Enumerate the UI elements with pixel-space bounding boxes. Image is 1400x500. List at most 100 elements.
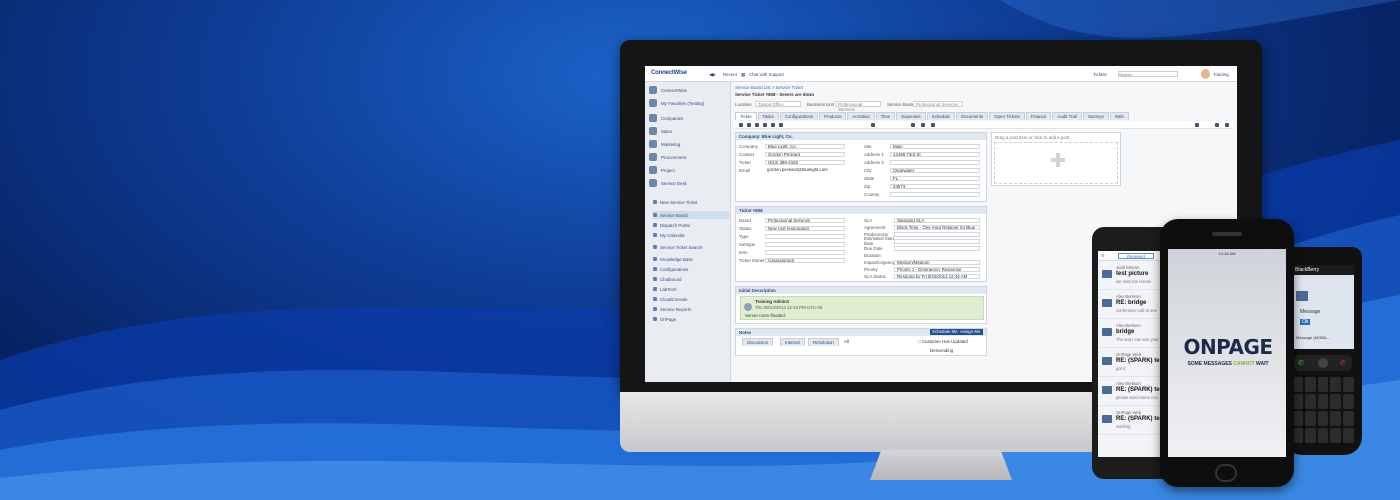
tab-products[interactable]: Products	[819, 112, 847, 120]
sidebar-subitem-dispatch-portal[interactable]: Dispatch Portal	[653, 221, 729, 229]
tab-web[interactable]: Web	[1109, 112, 1129, 120]
next-icon[interactable]	[1225, 123, 1229, 127]
tab-documents[interactable]: Documents	[955, 112, 989, 120]
zip-field: Zip 33673	[864, 183, 980, 189]
home-button[interactable]	[1215, 464, 1237, 482]
tab-surveys[interactable]: Surveys	[1082, 112, 1109, 120]
sidebar-subitem-cloudconsole[interactable]: CloudConsole	[653, 295, 729, 303]
sidebar-subitem-new-ticket[interactable]: New Service Ticket	[653, 196, 729, 208]
keyboard-key[interactable]	[1343, 394, 1354, 409]
sidebar-subitem-onpage[interactable]: OnPage	[653, 315, 729, 323]
sidebar-subitem-service-reports[interactable]: Service Reports	[653, 305, 729, 313]
schedule-me-button[interactable]: Schedule Me	[930, 329, 960, 335]
post-drop-zone[interactable]	[994, 142, 1118, 184]
new-icon[interactable]	[739, 123, 743, 127]
notes-filter-resolution[interactable]: Resolution	[808, 338, 839, 346]
copy-icon[interactable]	[755, 123, 759, 127]
initial-description-note[interactable]: Training Admin1 Thu 08/14/2014 12:44 PM …	[740, 296, 984, 320]
sidebar-subitem-ticket-search[interactable]: Service Ticket Search	[653, 241, 729, 253]
keyboard-key[interactable]	[1304, 428, 1316, 443]
notes-filter-all[interactable]: All	[844, 339, 849, 344]
breadcrumb[interactable]: Service Board List > Service Ticket	[735, 85, 803, 90]
service-board-select[interactable]: Professional Services	[913, 101, 963, 107]
status-field: Status New (not responded)	[739, 225, 845, 231]
business-unit-select[interactable]: Professional Services	[835, 101, 881, 112]
tab-expenses[interactable]: Expenses	[896, 112, 926, 120]
refresh-icon[interactable]	[763, 123, 767, 127]
sidebar-item-favorites[interactable]: My Favorites (Testing)	[649, 96, 727, 110]
sidebar-subitem-chatbound[interactable]: Chatbound	[653, 275, 729, 283]
save-icon[interactable]	[747, 123, 751, 127]
keyboard-key[interactable]	[1317, 394, 1329, 409]
tab-ticket[interactable]: Ticket	[735, 112, 757, 120]
notes-filter-internal[interactable]: Internal	[780, 338, 805, 346]
history-icon[interactable]	[871, 123, 875, 127]
customer-updated-checkbox[interactable]: □ Customer Has Updated	[918, 339, 968, 344]
location-select[interactable]: Tampa Office	[755, 101, 801, 107]
sidebar-item-marketing[interactable]: Marketing	[649, 138, 727, 150]
lock-icon[interactable]	[921, 123, 925, 127]
home-icon[interactable]: ◀▶	[709, 72, 716, 78]
sidebar-subitem-my-calendar[interactable]: My Calendar	[653, 231, 729, 239]
tab-tasks[interactable]: Tasks	[757, 112, 779, 120]
keyboard-key[interactable]	[1317, 411, 1329, 426]
tab-time[interactable]: Time	[875, 112, 896, 120]
keyboard-key[interactable]	[1304, 394, 1316, 409]
received-tab[interactable]: Received	[1118, 253, 1154, 259]
recent-menu[interactable]: Recent	[723, 72, 737, 77]
keyboard-key[interactable]	[1343, 428, 1354, 443]
sidebar-subitem-labtech[interactable]: LabTech	[653, 285, 729, 293]
user-name[interactable]: Training	[1213, 72, 1229, 77]
user-avatar[interactable]	[1201, 69, 1210, 79]
call-icon[interactable]: ✆	[1298, 359, 1304, 367]
menu-icon[interactable]: ☰	[1101, 253, 1105, 258]
sidebar-item-connectwise[interactable]: ConnectWise	[649, 84, 727, 96]
keyboard-key[interactable]	[1317, 377, 1329, 392]
sidebar-subitem-configurations[interactable]: Configurations	[653, 265, 729, 273]
envelope-icon	[1102, 328, 1112, 336]
tab-activities[interactable]: Activities	[847, 112, 875, 120]
iphone-status-time: 10:38 AM	[1218, 251, 1236, 256]
search-scope-select[interactable]: Tickets	[1093, 72, 1107, 77]
tab-configurations[interactable]: Configurations	[779, 112, 819, 120]
email-icon[interactable]	[771, 123, 775, 127]
tab-finance[interactable]: Finance	[1025, 112, 1052, 120]
bb-ok-button[interactable]: Ok	[1300, 319, 1311, 325]
end-call-icon[interactable]: ✆	[1340, 359, 1346, 367]
delete-icon[interactable]	[931, 123, 935, 127]
sidebar-item-companies[interactable]: Companies	[649, 112, 727, 124]
keyboard-key[interactable]	[1304, 377, 1316, 392]
assign-me-button[interactable]: Assign Me	[958, 329, 983, 335]
envelope-icon	[1102, 386, 1112, 394]
sidebar-item-project[interactable]: Project	[649, 164, 727, 176]
chat-support-link[interactable]: Chat with Support	[749, 72, 784, 77]
prev-icon[interactable]	[1215, 123, 1219, 127]
tab-schedule[interactable]: Schedule	[926, 112, 955, 120]
keyboard-key[interactable]	[1304, 411, 1316, 426]
trackpad[interactable]	[1318, 358, 1328, 368]
keyboard-key[interactable]	[1317, 428, 1329, 443]
notes-sort-select[interactable]: Descending	[930, 348, 953, 353]
post-panel: Drag a post here or click to add a post	[991, 132, 1121, 186]
notes-filter-discussion[interactable]: Discussion	[742, 338, 774, 346]
tab-audit-trail[interactable]: Audit Trail	[1052, 112, 1082, 120]
attach-icon[interactable]	[911, 123, 915, 127]
keyboard-key[interactable]	[1330, 394, 1342, 409]
add-post-icon[interactable]	[1051, 153, 1065, 167]
keyboard-key[interactable]	[1343, 377, 1354, 392]
sidebar-item-sales[interactable]: Sales	[649, 125, 727, 137]
sidebar-item-procurement[interactable]: Procurement	[649, 151, 727, 163]
sidebar-subitem-service-board[interactable]: Service Board	[653, 211, 729, 219]
keyboard-key[interactable]	[1330, 428, 1342, 443]
keyboard-key[interactable]	[1330, 377, 1342, 392]
tab-open-tickets[interactable]: Open Tickets	[989, 112, 1025, 120]
sidebar-subitem-knowledge-base[interactable]: Knowledge Base	[653, 255, 729, 263]
connectwise-logo[interactable]: ConnectWise	[651, 70, 687, 76]
search-input[interactable]	[1118, 71, 1178, 77]
keyboard-key[interactable]	[1330, 411, 1342, 426]
calendar-icon[interactable]: ▦	[741, 72, 745, 78]
settings-icon[interactable]	[1195, 123, 1199, 127]
sidebar-item-service-desk[interactable]: Service Desk	[649, 177, 727, 189]
print-icon[interactable]	[779, 123, 783, 127]
keyboard-key[interactable]	[1343, 411, 1354, 426]
